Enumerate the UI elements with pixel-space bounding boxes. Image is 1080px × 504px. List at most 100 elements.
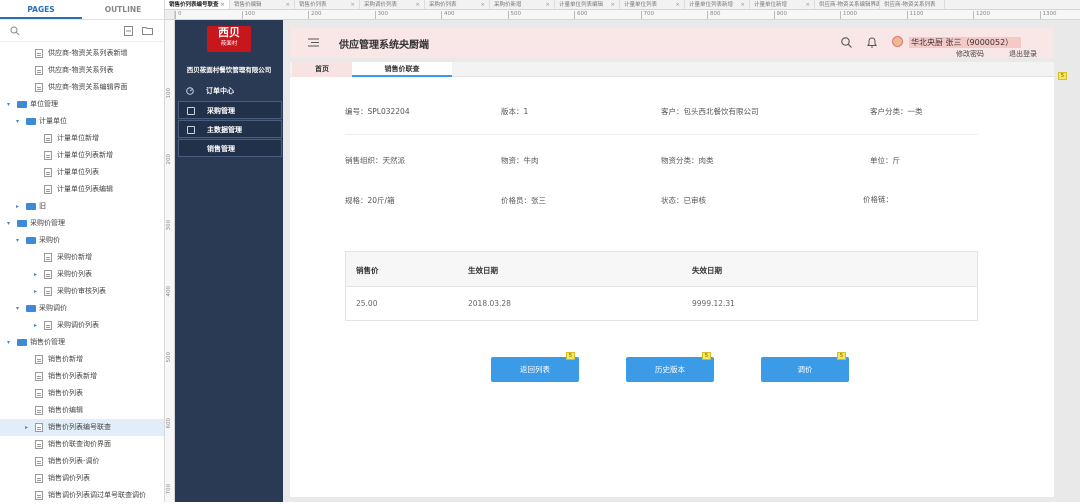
document-tab[interactable]: 计量单位新增 × [750, 0, 815, 9]
field-status: 状态：已审核 [661, 196, 706, 205]
chevron-right-icon[interactable]: ▸ [34, 283, 37, 300]
tree-page[interactable]: 销售调价列表调过单号联查调价 [0, 487, 164, 504]
page-icon [35, 423, 43, 432]
document-tab[interactable]: 计量单位列表新增 × [685, 0, 750, 9]
document-tab[interactable]: 采购价列表 × [425, 0, 490, 9]
document-tab[interactable]: 销售价列表 × [295, 0, 360, 9]
adjust-price-button[interactable]: 调价 [761, 357, 849, 382]
menu-toggle-icon[interactable] [308, 38, 319, 47]
close-icon[interactable]: × [220, 0, 225, 9]
close-icon[interactable]: × [415, 0, 420, 9]
nav-item-label: 主数据管理 [207, 126, 242, 134]
close-icon[interactable]: × [350, 0, 355, 9]
close-icon[interactable]: × [545, 0, 550, 9]
annotation-marker[interactable]: 5 [566, 352, 575, 360]
tree-page[interactable]: ▸ 采购价列表 [0, 266, 164, 283]
ruler-tick-label: 300 [374, 11, 388, 19]
app-title: 供应管理系统央厨端 [339, 40, 429, 51]
add-page-icon[interactable] [124, 26, 133, 36]
tree-folder[interactable]: ▾ 采购调价 [0, 300, 164, 317]
nav-item-master-data[interactable]: 主数据管理 [178, 120, 282, 138]
back-to-list-button[interactable]: 返回列表 [491, 357, 579, 382]
chevron-down-icon[interactable]: ▾ [16, 232, 19, 249]
add-folder-icon[interactable] [142, 26, 153, 35]
tree-folder[interactable]: ▾ 计量单位 [0, 113, 164, 130]
document-tab[interactable]: 计量单位列表编辑 × [555, 0, 620, 9]
document-tab[interactable]: 供应商-物资关系列表× [880, 0, 945, 9]
table-row[interactable]: 25.00 2018.03.28 9999.12.31 [346, 288, 977, 320]
document-tab[interactable]: 供应商-物资关系编辑界面× [815, 0, 880, 9]
chevron-down-icon[interactable]: ▾ [16, 113, 19, 130]
tree-page[interactable]: 计量单位列表新增 [0, 147, 164, 164]
tree-folder[interactable]: ▾ 采购价 [0, 232, 164, 249]
document-tab[interactable]: 销售价列表编号联查 × [165, 0, 230, 9]
tree-folder[interactable]: ▾ 采购价管理 [0, 215, 164, 232]
chevron-down-icon[interactable]: ▾ [7, 215, 10, 232]
annotation-marker[interactable]: 5 [1058, 72, 1067, 80]
chevron-right-icon[interactable]: ▸ [16, 198, 19, 215]
page-icon [44, 134, 52, 143]
close-icon[interactable]: × [805, 0, 810, 9]
tab-price-lookup[interactable]: 销售价联查 [352, 62, 452, 77]
pages-toolbar [0, 20, 164, 42]
user-name[interactable]: 华北央厨 张三（9000052） [909, 37, 1022, 48]
change-password-link[interactable]: 修改密码 [956, 49, 984, 59]
history-version-button[interactable]: 历史版本 [626, 357, 714, 382]
tree-page[interactable]: 计量单位列表编辑 [0, 181, 164, 198]
page-icon [35, 440, 43, 449]
tree-page[interactable]: 计量单位新增 [0, 130, 164, 147]
tree-folder[interactable]: ▸ 旧 [0, 198, 164, 215]
tab-outline[interactable]: OUTLINE [82, 0, 164, 19]
bell-icon[interactable] [867, 36, 877, 48]
chevron-down-icon[interactable]: ▾ [7, 96, 10, 113]
document-tab[interactable]: 采购调价列表 × [360, 0, 425, 9]
document-tab-label: 计量单位列表新增 [689, 2, 734, 8]
chevron-right-icon[interactable]: ▸ [34, 317, 37, 334]
tree-page[interactable]: 销售调价列表 [0, 470, 164, 487]
tree-page[interactable]: 销售价列表 [0, 385, 164, 402]
tree-page[interactable]: 供应商-物资关系列表新增 [0, 45, 164, 62]
logout-link[interactable]: 退出登录 [1009, 49, 1037, 59]
document-tab[interactable]: 销售价编辑 × [230, 0, 295, 9]
search-icon[interactable] [10, 26, 20, 36]
chevron-right-icon[interactable]: ▸ [25, 419, 28, 436]
tree-item-label: 销售价列表新增 [48, 372, 97, 380]
close-icon[interactable]: × [480, 0, 485, 9]
avatar[interactable] [892, 36, 903, 47]
document-tab[interactable]: 采购价新增 × [490, 0, 555, 9]
tree-page[interactable]: 供应商-物资关系编辑界面 [0, 79, 164, 96]
close-icon[interactable]: × [285, 0, 290, 9]
ruler-tick-label: 1100 [906, 11, 924, 19]
close-icon[interactable]: × [740, 0, 745, 9]
page-icon [44, 185, 52, 194]
brand-logo: 西贝 莜面村 [207, 26, 251, 52]
tree-folder[interactable]: ▾ 单位管理 [0, 96, 164, 113]
tree-page[interactable]: ▸ 销售价列表编号联查 [0, 419, 164, 436]
nav-item-sales[interactable]: 销售管理 [178, 139, 282, 157]
tab-home[interactable]: 首页 [292, 62, 352, 77]
chevron-right-icon[interactable]: ▸ [34, 266, 37, 283]
document-tab[interactable]: 计量单位列表 × [620, 0, 685, 9]
nav-item-orders[interactable]: 订单中心 [178, 82, 282, 100]
tree-page[interactable]: 销售价联查询价界面 [0, 436, 164, 453]
tree-page[interactable]: ▸ 采购价审核列表 [0, 283, 164, 300]
tree-folder[interactable]: ▾ 销售价管理 [0, 334, 164, 351]
close-icon[interactable]: × [675, 0, 680, 9]
tab-pages[interactable]: PAGES [0, 0, 82, 19]
tree-page[interactable]: 销售价编辑 [0, 402, 164, 419]
folder-icon [26, 118, 36, 125]
nav-item-purchase[interactable]: 采购管理 [178, 101, 282, 119]
chevron-down-icon[interactable]: ▾ [16, 300, 19, 317]
tree-page[interactable]: 计量单位列表 [0, 164, 164, 181]
tree-page[interactable]: 采购价新增 [0, 249, 164, 266]
close-icon[interactable]: × [610, 0, 615, 9]
search-icon[interactable] [841, 37, 852, 48]
tree-page[interactable]: 销售价新增 [0, 351, 164, 368]
tree-page[interactable]: 销售价列表新增 [0, 368, 164, 385]
annotation-marker[interactable]: 5 [837, 352, 846, 360]
tree-page[interactable]: 供应商-物资关系列表 [0, 62, 164, 79]
chevron-down-icon[interactable]: ▾ [7, 334, 10, 351]
tree-page[interactable]: 销售价列表-调价 [0, 453, 164, 470]
annotation-marker[interactable]: 5 [702, 352, 711, 360]
tree-page[interactable]: ▸ 采购调价列表 [0, 317, 164, 334]
